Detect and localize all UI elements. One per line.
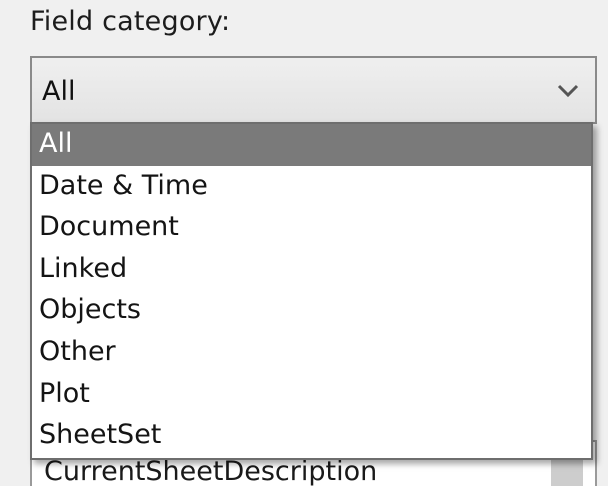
option-all[interactable]: All bbox=[32, 124, 591, 166]
option-linked[interactable]: Linked bbox=[32, 249, 591, 291]
scrollbar-thumb[interactable] bbox=[551, 456, 583, 486]
option-plot[interactable]: Plot bbox=[32, 374, 591, 416]
field-category-label: Field category: bbox=[30, 6, 231, 37]
option-sheetset[interactable]: SheetSet bbox=[32, 415, 591, 457]
chevron-down-icon[interactable] bbox=[557, 84, 579, 98]
field-category-dropdown-list[interactable]: All Date & Time Document Linked Objects … bbox=[30, 122, 593, 460]
option-document[interactable]: Document bbox=[32, 207, 591, 249]
option-date-time[interactable]: Date & Time bbox=[32, 166, 591, 208]
field-dialog: Field category: All CurrentSheetDescript… bbox=[0, 0, 608, 486]
field-category-selected-value: All bbox=[42, 76, 76, 107]
list-item[interactable]: CurrentSheetDescription bbox=[44, 456, 377, 486]
option-other[interactable]: Other bbox=[32, 332, 591, 374]
option-objects[interactable]: Objects bbox=[32, 290, 591, 332]
field-category-combobox[interactable]: All bbox=[30, 56, 597, 124]
